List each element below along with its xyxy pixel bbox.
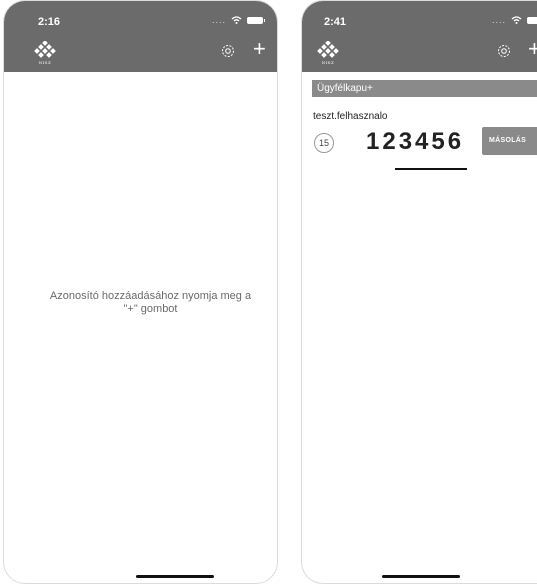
status-icons: ....	[211, 15, 265, 25]
battery-icon	[247, 16, 265, 24]
copy-button[interactable]: MÁSOLÁS	[482, 127, 537, 155]
nisz-logo-icon: NISZ	[317, 40, 339, 65]
phone-screen-account: 2:41 .... NISZ Ügyfélkapu+ teszt.felhasz…	[301, 0, 537, 584]
status-time: 2:41	[324, 16, 347, 28]
phone-screen-empty: 2:16 .... NISZ + Azonosító hozzáadásához…	[3, 0, 278, 584]
app-header: 2:41 .... NISZ	[302, 1, 537, 72]
nisz-logo-icon: NISZ	[34, 40, 56, 65]
logo-text: NISZ	[38, 60, 52, 65]
account-service-header: Ügyfélkapu+	[312, 80, 537, 97]
plus-icon[interactable]: +	[253, 38, 266, 60]
status-icons: ....	[491, 15, 537, 25]
battery-icon	[527, 16, 537, 24]
otp-code: 123456	[366, 128, 465, 155]
account-username: teszt.felhasznalo	[313, 111, 388, 122]
empty-state-message: Azonosító hozzáadásához nyomja meg a "+"…	[49, 290, 252, 315]
gear-icon[interactable]	[496, 43, 512, 59]
app-header: 2:16 .... NISZ +	[4, 1, 277, 72]
home-indicator[interactable]	[382, 575, 460, 578]
code-underline	[395, 168, 467, 170]
countdown-timer: 15	[314, 133, 334, 153]
plus-icon[interactable]: +	[528, 38, 537, 60]
gear-icon[interactable]	[220, 43, 236, 59]
signal-icon: ....	[491, 15, 506, 25]
wifi-icon	[231, 16, 242, 24]
signal-icon: ....	[211, 15, 226, 25]
logo-text: NISZ	[321, 60, 335, 65]
status-time: 2:16	[38, 16, 61, 28]
home-indicator[interactable]	[136, 575, 214, 578]
wifi-icon	[511, 16, 522, 24]
